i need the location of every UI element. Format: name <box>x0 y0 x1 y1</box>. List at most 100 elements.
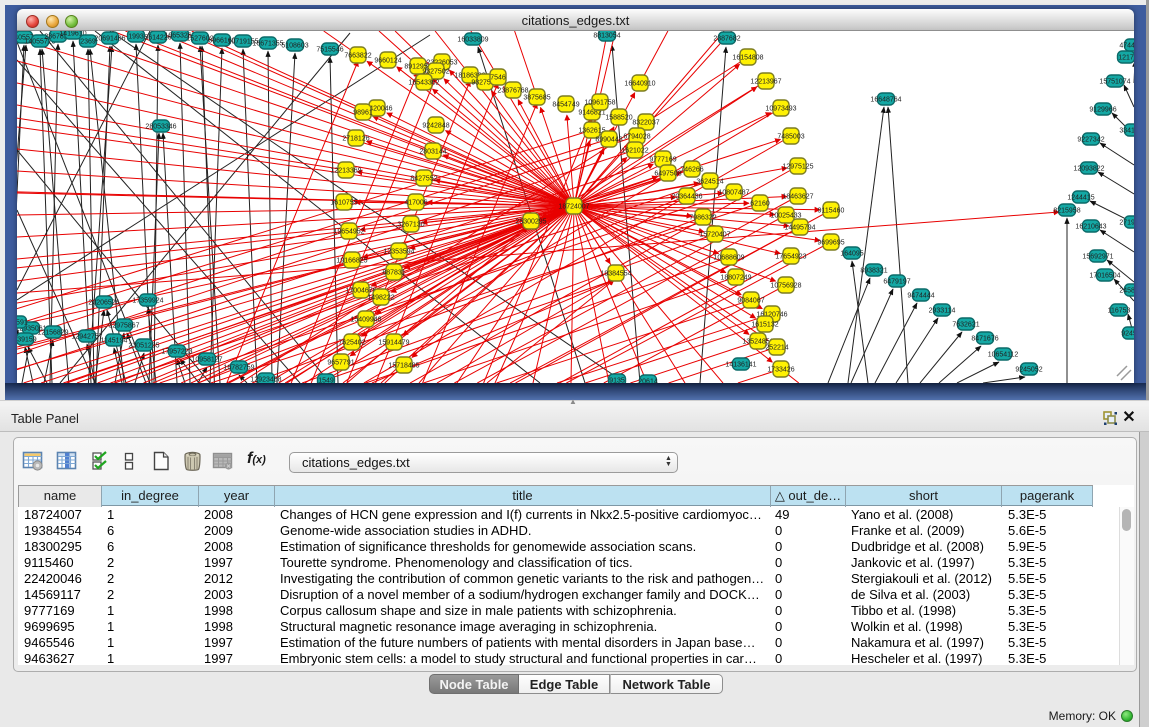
svg-text:14495794: 14495794 <box>784 225 815 232</box>
svg-text:746266: 746266 <box>680 167 703 174</box>
svg-text:16210643: 16210643 <box>1075 224 1106 231</box>
svg-text:139159: 139159 <box>17 337 37 344</box>
svg-text:8454749: 8454749 <box>552 102 579 109</box>
svg-text:6479197: 6479197 <box>883 279 910 286</box>
svg-text:10973493: 10973493 <box>765 106 796 113</box>
svg-text:8990448: 8990448 <box>595 137 622 144</box>
svg-text:7515546: 7515546 <box>316 47 343 54</box>
svg-text:164095: 164095 <box>840 251 863 258</box>
svg-text:252214: 252214 <box>765 345 788 352</box>
svg-text:15720407: 15720407 <box>699 232 730 239</box>
svg-text:16033809: 16033809 <box>457 37 488 44</box>
svg-text:10961758: 10961758 <box>584 100 615 107</box>
svg-text:2933114: 2933114 <box>929 308 956 315</box>
svg-text:19166825: 19166825 <box>336 258 367 265</box>
svg-text:3875685: 3875685 <box>523 95 550 102</box>
svg-text:17359924: 17359924 <box>132 298 163 305</box>
svg-text:10958127: 10958127 <box>191 357 222 364</box>
svg-text:10756928: 10756928 <box>770 283 801 290</box>
svg-text:1549: 1549 <box>318 378 334 384</box>
svg-text:17016504: 17016504 <box>1089 273 1120 280</box>
svg-text:3341057: 3341057 <box>1119 128 1134 135</box>
svg-text:32975867: 32975867 <box>108 323 139 330</box>
svg-text:16543362: 16543362 <box>408 80 439 87</box>
svg-text:12942757: 12942757 <box>71 334 102 341</box>
svg-text:12923468: 12923468 <box>250 377 281 384</box>
svg-text:23051235: 23051235 <box>128 343 159 350</box>
svg-text:1610755: 1610755 <box>330 200 357 207</box>
svg-text:8813054: 8813054 <box>593 33 620 40</box>
svg-text:8427552: 8427552 <box>410 176 437 183</box>
svg-text:6497508: 6497508 <box>654 171 681 178</box>
svg-text:9135: 9135 <box>609 378 625 384</box>
svg-text:16782759: 16782759 <box>223 365 254 372</box>
svg-text:9657791: 9657791 <box>327 360 354 367</box>
svg-text:20364436: 20364436 <box>671 194 702 201</box>
svg-text:19654952: 19654952 <box>333 229 364 236</box>
svg-text:9242848: 9242848 <box>422 123 449 130</box>
svg-text:17654923: 17654923 <box>775 254 806 261</box>
svg-text:2718126: 2718126 <box>342 136 369 143</box>
svg-text:1615132: 1615132 <box>751 322 778 329</box>
svg-text:887831: 887831 <box>382 270 405 277</box>
svg-text:20614: 20614 <box>638 379 658 384</box>
svg-text:2458591: 2458591 <box>1119 288 1134 295</box>
svg-text:1217: 1217 <box>1118 55 1134 62</box>
svg-text:9474444: 9474444 <box>907 293 934 300</box>
svg-text:33591: 33591 <box>17 320 28 327</box>
svg-text:8322037: 8322037 <box>632 120 659 127</box>
svg-text:1145194: 1145194 <box>101 338 128 345</box>
svg-text:12156829: 12156829 <box>37 330 68 337</box>
svg-text:1498222: 1498222 <box>367 295 394 302</box>
svg-text:15914479: 15914479 <box>378 340 409 347</box>
svg-text:1244415: 1244415 <box>1067 195 1094 202</box>
svg-text:8938321: 8938321 <box>860 268 887 275</box>
svg-text:16648764: 16648764 <box>870 97 901 104</box>
svg-text:7546: 7546 <box>490 75 506 82</box>
svg-text:15751074: 15751074 <box>1099 79 1130 86</box>
svg-text:6794028: 6794028 <box>623 134 650 141</box>
svg-text:1588520: 1588520 <box>605 115 632 122</box>
svg-text:12213967: 12213967 <box>750 79 781 86</box>
svg-text:8471676: 8471676 <box>971 336 998 343</box>
svg-text:3624514: 3624514 <box>696 179 723 186</box>
svg-text:17957223: 17957223 <box>161 349 192 356</box>
svg-text:10807487: 10807487 <box>718 190 749 197</box>
svg-text:62160: 62160 <box>750 201 770 208</box>
svg-text:14136141: 14136141 <box>725 362 756 369</box>
svg-text:1993: 1993 <box>128 34 144 41</box>
svg-text:18724007: 18724007 <box>558 204 589 211</box>
svg-text:16671355: 16671355 <box>252 41 283 48</box>
svg-text:18463627: 18463627 <box>782 194 813 201</box>
svg-text:417006: 417006 <box>404 200 427 207</box>
svg-text:15718485: 15718485 <box>388 363 419 370</box>
svg-text:16154808: 16154808 <box>732 55 763 62</box>
svg-text:7986322: 7986322 <box>689 215 716 222</box>
svg-text:7625402: 7625402 <box>338 340 365 347</box>
svg-text:2719583: 2719583 <box>1119 220 1134 227</box>
svg-text:7485003: 7485003 <box>777 134 804 141</box>
svg-text:2803144: 2803144 <box>419 149 446 156</box>
svg-text:17004676: 17004676 <box>345 288 376 295</box>
svg-text:5108603: 5108603 <box>281 43 308 50</box>
svg-text:16640910: 16640910 <box>624 81 655 88</box>
svg-text:9777169: 9777169 <box>649 157 676 164</box>
svg-text:12213369: 12213369 <box>330 168 361 175</box>
svg-text:10688609: 10688609 <box>713 255 744 262</box>
svg-text:98961: 98961 <box>353 110 373 117</box>
svg-text:4744854: 4744854 <box>1119 43 1134 50</box>
svg-text:92450: 92450 <box>1121 331 1134 338</box>
svg-text:18807249: 18807249 <box>720 275 751 282</box>
svg-text:19384554: 19384554 <box>600 271 631 278</box>
svg-text:9129966: 9129966 <box>1089 107 1116 114</box>
svg-text:25300295: 25300295 <box>515 219 546 226</box>
svg-text:20206526: 20206526 <box>88 300 119 307</box>
svg-text:8215958: 8215958 <box>1053 208 1080 215</box>
svg-text:9227342: 9227342 <box>1077 137 1104 144</box>
svg-text:9084067: 9084067 <box>737 298 764 305</box>
svg-text:9245052: 9245052 <box>1015 367 1042 374</box>
svg-text:9115460: 9115460 <box>818 208 845 215</box>
svg-text:10654112: 10654112 <box>988 352 1019 359</box>
svg-text:1621022: 1621022 <box>621 148 648 155</box>
svg-text:20691406: 20691406 <box>94 36 125 43</box>
